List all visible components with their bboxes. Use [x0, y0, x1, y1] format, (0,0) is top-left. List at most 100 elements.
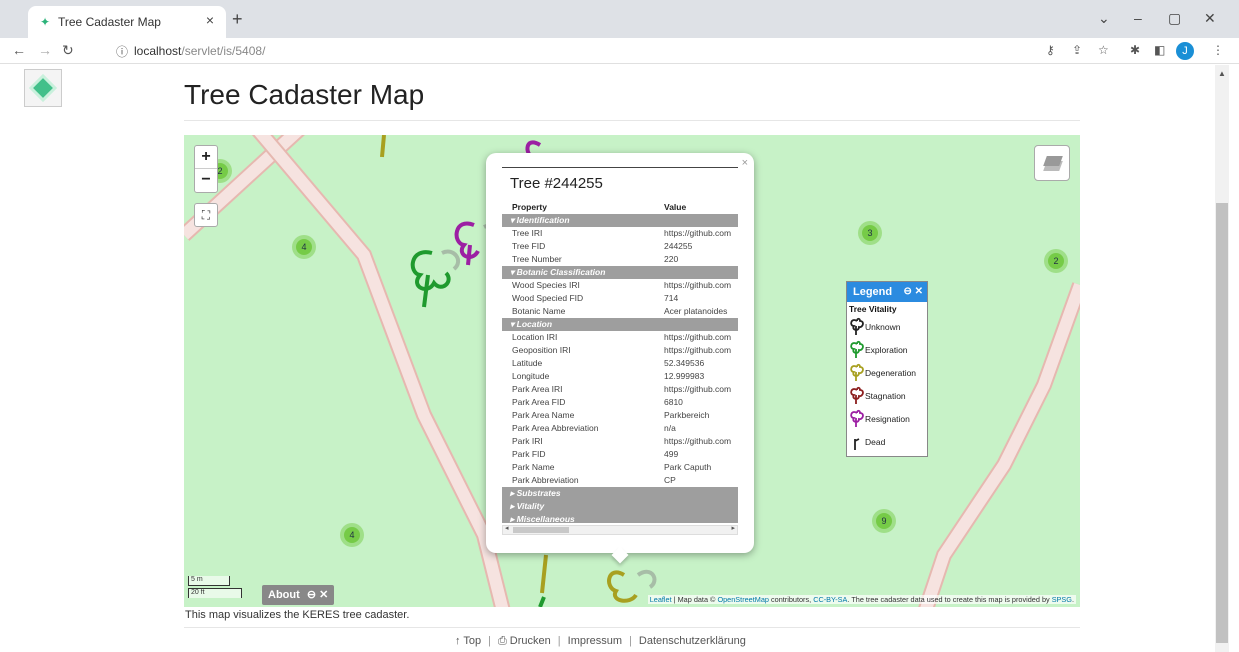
property-value: https://github.com	[664, 280, 732, 290]
property-name: Longitude	[512, 371, 550, 381]
property-name: Park Area Abbreviation	[512, 423, 599, 433]
spsg-link[interactable]: SPSG	[1052, 595, 1072, 604]
section-header[interactable]: ▾ Location	[502, 318, 738, 331]
property-value: CP	[664, 475, 676, 485]
zoom-out-button[interactable]: −	[195, 169, 217, 192]
tree-icon	[850, 363, 864, 381]
legend-title: Legend	[853, 286, 893, 298]
page-scrollbar[interactable]: ▲	[1215, 65, 1229, 652]
back-icon[interactable]: ←	[12, 42, 26, 58]
tree-cluster-marker[interactable]: 3	[858, 221, 882, 245]
title-divider	[184, 120, 1080, 121]
url-field[interactable]: ⓘ localhost/servlet/is/5408/	[108, 40, 1038, 62]
new-tab-button[interactable]: +	[232, 10, 243, 28]
zoom-in-button[interactable]: +	[195, 146, 217, 169]
side-panel-icon[interactable]: ◧	[1154, 43, 1165, 57]
section-header[interactable]: ▾ Botanic Classification	[502, 266, 738, 279]
map-view[interactable]: 4 3 2 4 9 2 + − ⛶ × Tree #244255 Propert…	[184, 135, 1080, 607]
footer-print-link[interactable]: ⎙ Drucken	[498, 635, 551, 647]
tree-cluster-marker[interactable]: 2	[1044, 249, 1068, 273]
osm-link[interactable]: OpenStreetMap	[717, 595, 769, 604]
legend-item: Exploration	[849, 339, 927, 359]
scroll-right-icon[interactable]: ▸	[731, 524, 735, 532]
property-value: n/a	[664, 423, 676, 433]
fullscreen-button[interactable]: ⛶	[194, 203, 218, 227]
about-label: About	[268, 589, 300, 601]
browser-tab[interactable]: ✦ Tree Cadaster Map ×	[28, 6, 226, 38]
scale-imperial: 20 ft	[188, 588, 242, 598]
property-value: Park Caputh	[664, 462, 712, 472]
license-link[interactable]: CC-BY-SA	[813, 595, 847, 604]
table-row: Longitude 12.999983	[502, 370, 738, 383]
site-info-icon[interactable]: ⓘ	[116, 43, 128, 60]
legend-controls[interactable]: ⊖ ✕	[903, 282, 923, 302]
tree-cluster-marker[interactable]: 4	[292, 235, 316, 259]
property-value: https://github.com	[664, 228, 732, 238]
section-header[interactable]: ▸ Substrates	[502, 487, 738, 500]
tree-icon	[850, 317, 864, 335]
tree-cluster-marker[interactable]: 4	[340, 523, 364, 547]
logo-diamond-icon	[33, 78, 53, 98]
scroll-up-icon[interactable]: ▲	[1218, 69, 1226, 78]
popup-close-icon[interactable]: ×	[742, 157, 748, 169]
menu-kebab-icon[interactable]: ⋮	[1212, 43, 1224, 57]
tab-close-icon[interactable]: ×	[206, 12, 214, 28]
legend-item-label: Stagnation	[865, 391, 906, 401]
minimize-icon[interactable]: –	[1134, 10, 1142, 26]
key-icon[interactable]: ⚷	[1046, 43, 1055, 57]
property-value: 220	[664, 254, 679, 264]
table-row: Tree Number 220	[502, 253, 738, 266]
section-header[interactable]: ▸ Miscellaneous	[502, 513, 738, 523]
header-value: Value	[664, 202, 687, 212]
popup-title: Tree #244255	[510, 175, 603, 192]
section-label: ▸ Miscellaneous	[510, 514, 575, 523]
header-property: Property	[512, 202, 547, 212]
tree-cluster-marker[interactable]: 9	[872, 509, 896, 533]
legend-item: Resignation	[849, 408, 927, 428]
profile-avatar[interactable]: J	[1176, 42, 1194, 60]
footer-privacy-link[interactable]: Datenschutzerklärung	[639, 635, 746, 647]
legend-item: Stagnation	[849, 385, 927, 405]
section-header[interactable]: ▾ Identification	[502, 214, 738, 227]
table-row: Wood Specied FID 714	[502, 292, 738, 305]
footer-top-link[interactable]: ↑ Top	[455, 635, 481, 647]
map-caption: This map visualizes the KERES tree cadas…	[185, 609, 410, 621]
forward-icon[interactable]: →	[38, 42, 52, 58]
scroll-thumb[interactable]	[513, 527, 569, 533]
property-value: 714	[664, 293, 679, 303]
property-name: Tree Number	[512, 254, 562, 264]
footer-imprint-link[interactable]: Impressum	[568, 635, 622, 647]
property-value: https://github.com	[664, 345, 732, 355]
table-header: Property Value	[502, 201, 738, 214]
table-row: Park FID 499	[502, 448, 738, 461]
maximize-icon[interactable]: ▢	[1168, 10, 1181, 27]
property-value: https://github.com	[664, 436, 732, 446]
table-row: Park Area FID 6810	[502, 396, 738, 409]
reload-icon[interactable]: ↻	[62, 42, 74, 59]
popup-horizontal-scrollbar[interactable]: ◂ ▸	[502, 525, 738, 535]
table-row: Park IRI https://github.com	[502, 435, 738, 448]
tree-popup: × Tree #244255 Property Value ▾ Identifi…	[486, 153, 754, 564]
property-value: 12.999983	[664, 371, 705, 381]
section-label: ▾ Location	[510, 319, 553, 329]
tree-icon	[850, 340, 864, 358]
extensions-icon[interactable]: ✱	[1130, 43, 1140, 57]
window-close-icon[interactable]: ✕	[1204, 10, 1216, 27]
bookmark-star-icon[interactable]: ☆	[1098, 43, 1109, 57]
page-scroll-thumb[interactable]	[1216, 203, 1228, 643]
legend-item: Degeneration	[849, 362, 927, 382]
property-name: Park FID	[512, 449, 546, 459]
about-button[interactable]: About ⊖ ✕	[262, 585, 334, 605]
table-row: Wood Species IRI https://github.com	[502, 279, 738, 292]
scroll-left-icon[interactable]: ◂	[505, 524, 509, 532]
leaflet-link[interactable]: Leaflet	[650, 595, 672, 604]
layers-button[interactable]	[1034, 145, 1070, 181]
table-row: Park Name Park Caputh	[502, 461, 738, 474]
table-row: Botanic Name Acer platanoides	[502, 305, 738, 318]
about-controls[interactable]: ⊖ ✕	[307, 589, 329, 601]
section-header[interactable]: ▸ Vitality	[502, 500, 738, 513]
site-logo[interactable]	[24, 69, 62, 107]
popup-rule	[502, 167, 738, 168]
tab-search-icon[interactable]: ⌄	[1098, 10, 1110, 27]
share-icon[interactable]: ⇪	[1072, 43, 1082, 57]
